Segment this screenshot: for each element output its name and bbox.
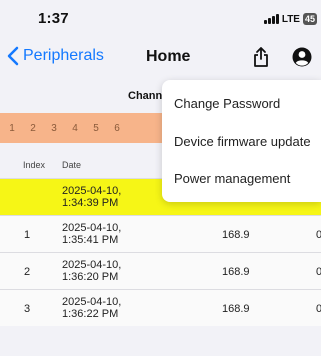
table-row[interactable]: 2 2025-04-10, 1:36:20 PM 168.9 0 <box>0 252 321 289</box>
row-date-time: 1:36:20 PM <box>62 271 119 283</box>
column-header-date: Date <box>62 160 82 170</box>
row-date-time: 1:35:41 PM <box>62 234 119 246</box>
navigation-bar: Peripherals Home <box>0 44 321 78</box>
back-button[interactable]: Peripherals <box>6 46 104 66</box>
row-date: 2025-04-10, 1:36:22 PM <box>62 296 121 320</box>
row-date-time: 1:36:22 PM <box>62 308 119 320</box>
row-index: 3 <box>24 303 31 315</box>
row-trailing: 0 <box>316 229 321 241</box>
table-row[interactable]: 1 2025-04-10, 1:35:41 PM 168.9 0 <box>0 215 321 252</box>
chevron-left-icon <box>7 46 19 66</box>
row-index: 1 <box>24 229 31 241</box>
row-date-day: 2025-04-10, <box>62 259 122 271</box>
table-row[interactable]: 3 2025-04-10, 1:36:22 PM 168.9 0 <box>0 289 321 326</box>
page-title: Home <box>146 48 191 65</box>
row-date-time: 1:34:39 PM <box>62 197 119 209</box>
row-date: 2025-04-10, 1:35:41 PM <box>62 222 121 246</box>
row-value: 168.9 <box>222 229 250 241</box>
channel-number[interactable]: 5 <box>87 123 105 134</box>
row-trailing: 0 <box>316 266 321 278</box>
menu-item-firmware-update[interactable]: Device firmware update <box>174 134 311 149</box>
back-button-label: Peripherals <box>23 47 104 64</box>
network-type: LTE <box>281 13 300 25</box>
battery-icon: 45 <box>302 13 317 25</box>
channel-number[interactable]: 1 <box>3 123 21 134</box>
channels-label: Chann <box>128 90 163 102</box>
channel-number[interactable]: 4 <box>66 123 84 134</box>
account-icon[interactable] <box>292 47 312 67</box>
channel-number[interactable]: 3 <box>45 123 63 134</box>
status-bar: 1:37 LTE 45 <box>0 0 321 40</box>
share-icon[interactable] <box>252 46 270 68</box>
menu-item-power-management[interactable]: Power management <box>174 171 290 186</box>
row-date: 2025-04-10, 1:36:20 PM <box>62 259 121 283</box>
column-header-index: Index <box>23 160 46 170</box>
channel-number[interactable]: 2 <box>24 123 42 134</box>
signal-icon <box>263 14 279 24</box>
channel-number[interactable]: 6 <box>108 123 126 134</box>
account-dropdown-menu: Change Password Device firmware update P… <box>162 80 321 202</box>
row-date-day: 2025-04-10, <box>62 185 122 197</box>
status-indicators: LTE 45 <box>263 13 317 25</box>
row-trailing: 0 <box>316 303 321 315</box>
menu-item-change-password[interactable]: Change Password <box>174 96 280 111</box>
row-value: 168.9 <box>222 303 250 315</box>
row-date-day: 2025-04-10, <box>62 222 122 234</box>
status-time: 1:37 <box>38 10 69 27</box>
row-value: 168.9 <box>222 266 250 278</box>
row-date-day: 2025-04-10, <box>62 296 122 308</box>
row-date: 2025-04-10, 1:34:39 PM <box>62 185 121 209</box>
row-index: 2 <box>24 266 31 278</box>
